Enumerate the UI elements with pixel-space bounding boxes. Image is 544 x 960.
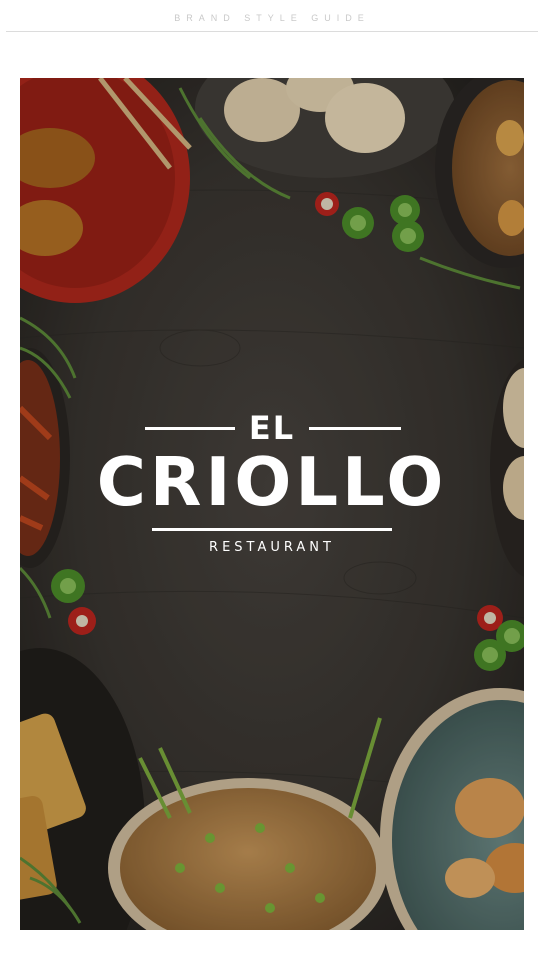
header-divider	[6, 31, 538, 32]
logo-rule-bottom	[152, 528, 392, 531]
el-criollo-logo: EL CRIOLLO RESTAURANT	[20, 78, 524, 930]
hero-food-photo: EL CRIOLLO RESTAURANT	[20, 78, 524, 930]
logo-criollo-text: CRIOLLO	[96, 443, 448, 521]
page: BRAND STYLE GUIDE EL CRIOLLO RESTAURANT	[0, 0, 544, 960]
brand-style-guide-label: BRAND STYLE GUIDE	[174, 13, 370, 23]
logo-el-text: EL	[248, 409, 296, 447]
logo-restaurant-text: RESTAURANT	[209, 540, 335, 555]
